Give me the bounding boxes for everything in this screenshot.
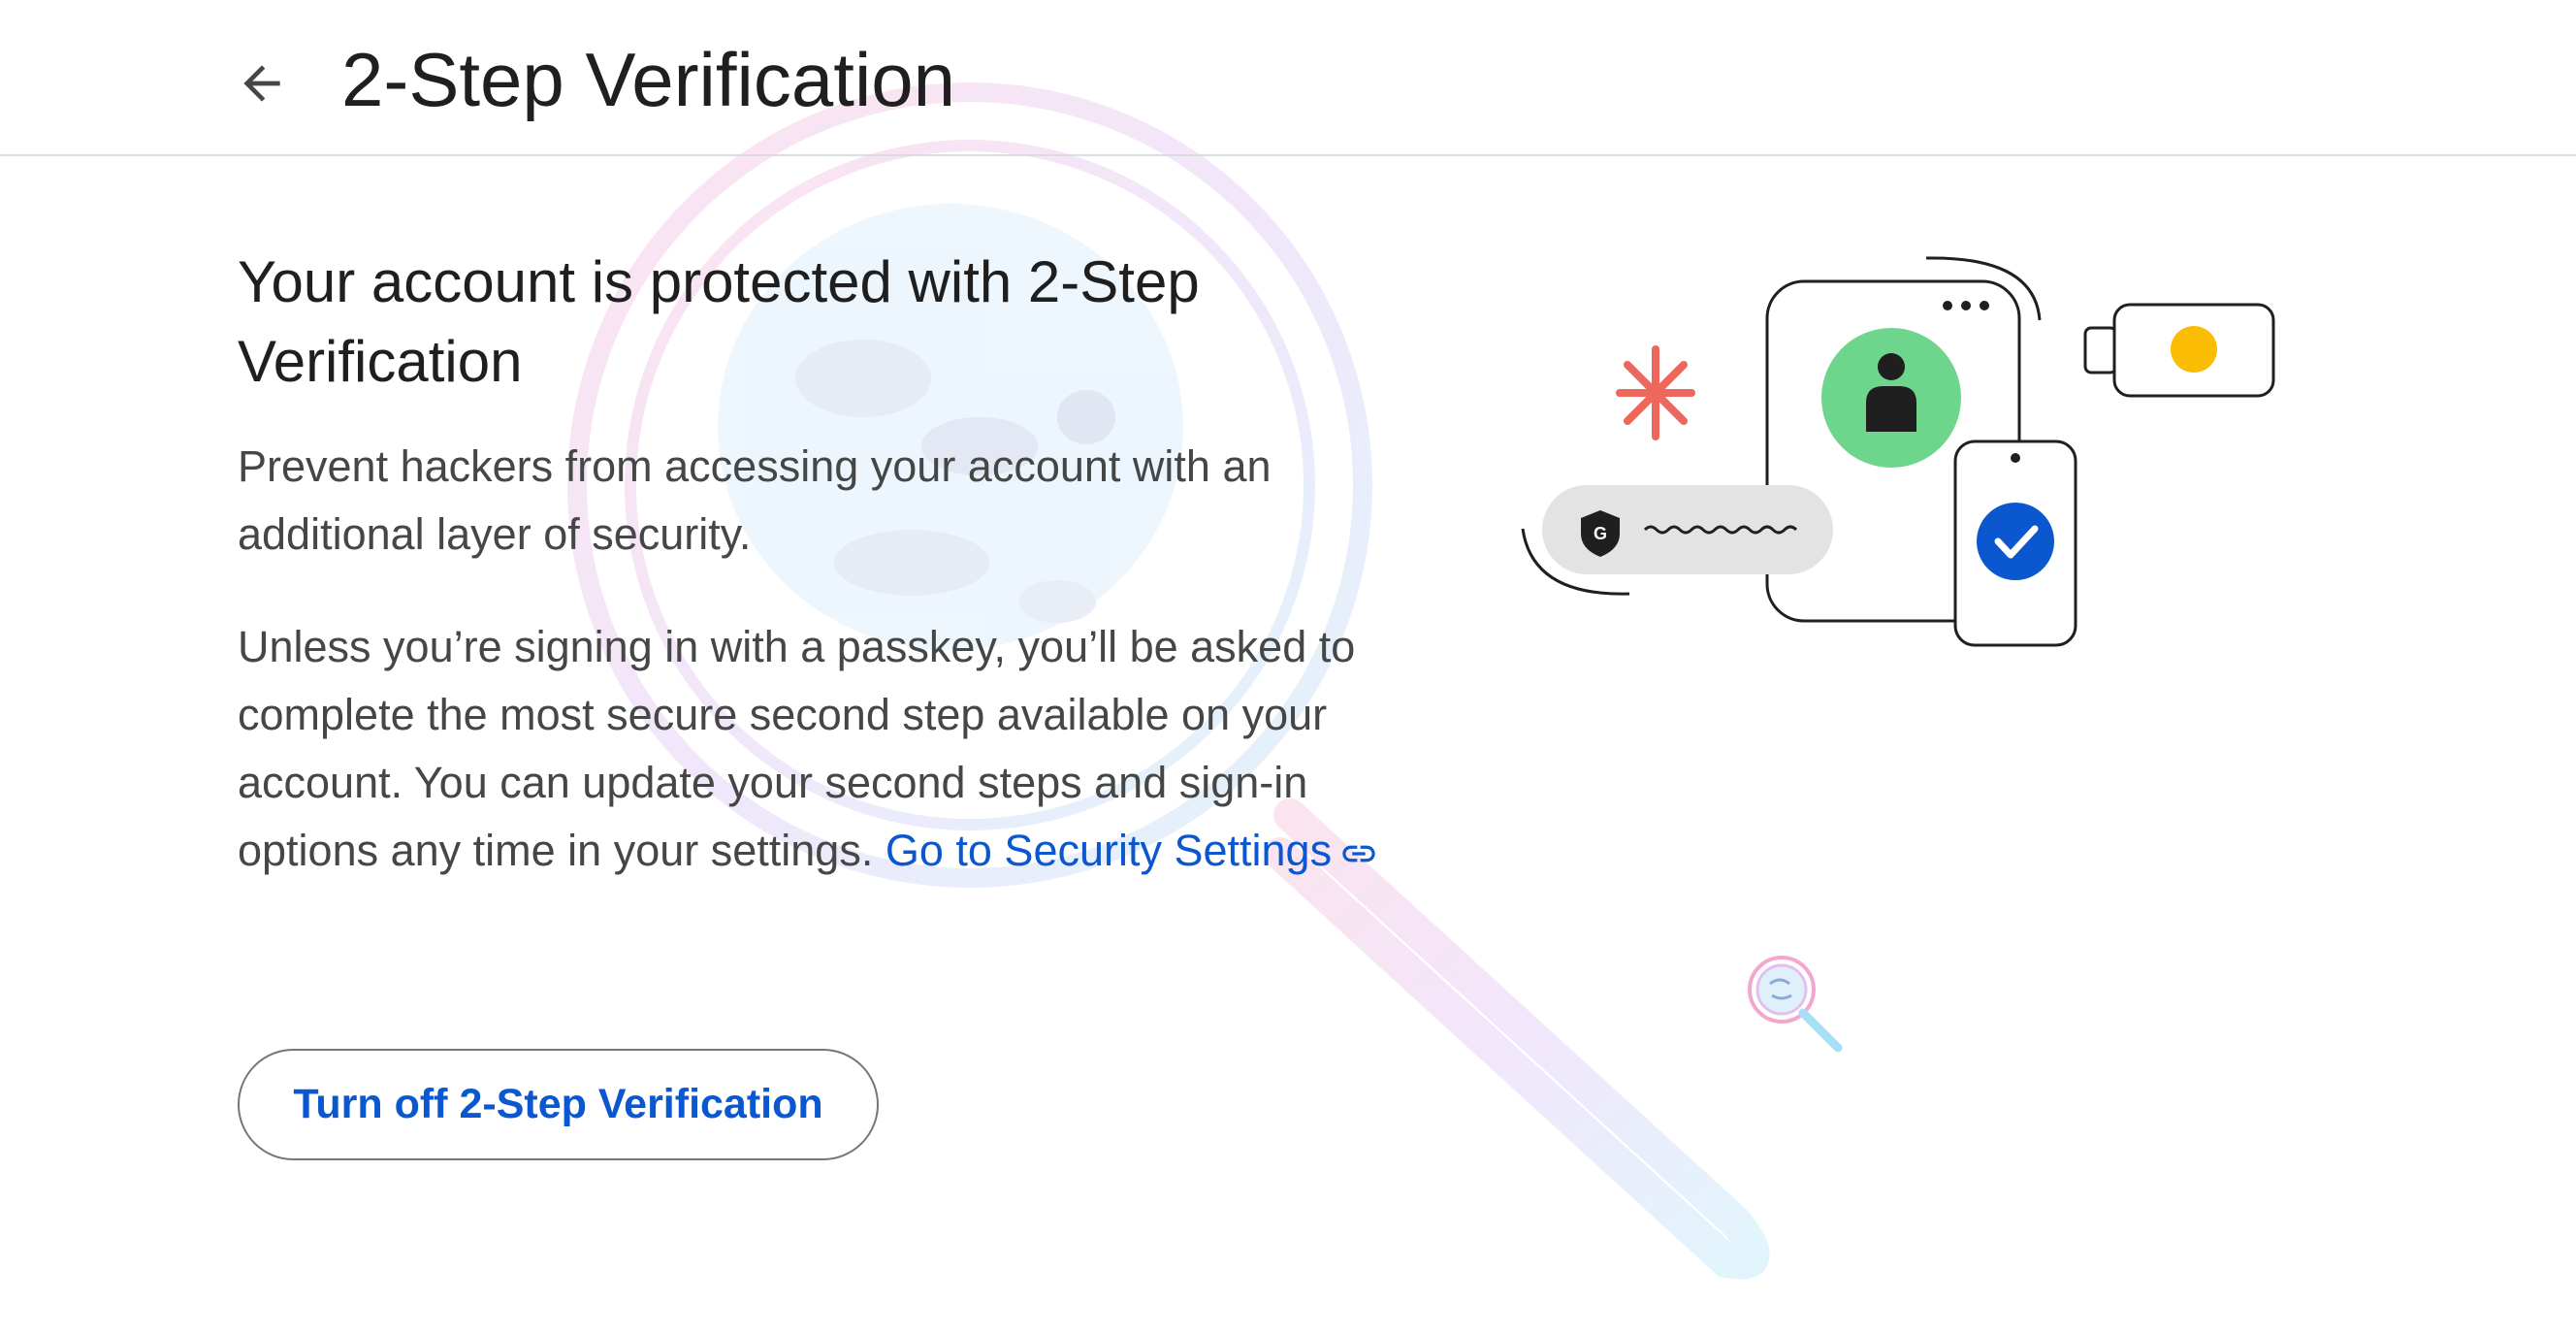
security-illustration: G xyxy=(1521,256,2275,647)
security-settings-link[interactable]: Go to Security Settings xyxy=(886,826,1378,875)
page-header: 2-Step Verification xyxy=(0,0,2576,156)
person-badge-icon xyxy=(1821,328,1961,468)
phone-device-icon xyxy=(1953,439,2077,647)
small-magnifier-icon xyxy=(1748,956,1843,1053)
intro-paragraph: Prevent hackers from accessing your acco… xyxy=(238,441,1272,559)
password-field-icon: G xyxy=(1542,485,1833,574)
details-paragraph: Unless you’re signing in with a passkey,… xyxy=(238,613,1382,885)
turn-off-2sv-button[interactable]: Turn off 2-Step Verification xyxy=(238,1049,879,1160)
two-step-verification-page: 2-Step Verification Your account is prot… xyxy=(0,0,2576,1334)
security-settings-link-label: Go to Security Settings xyxy=(885,826,1333,875)
back-button[interactable] xyxy=(221,43,303,124)
security-key-icon xyxy=(2083,303,2275,398)
protection-heading: Your account is protected with 2-Step Ve… xyxy=(238,249,1200,394)
page-title: 2-Step Verification xyxy=(341,37,956,122)
asterisk-icon xyxy=(1616,345,1695,440)
svg-text:G: G xyxy=(1594,524,1607,543)
main-content: Your account is protected with 2-Step Ve… xyxy=(238,243,1382,885)
arrow-back-icon xyxy=(243,65,280,102)
link-icon xyxy=(1342,845,1375,862)
